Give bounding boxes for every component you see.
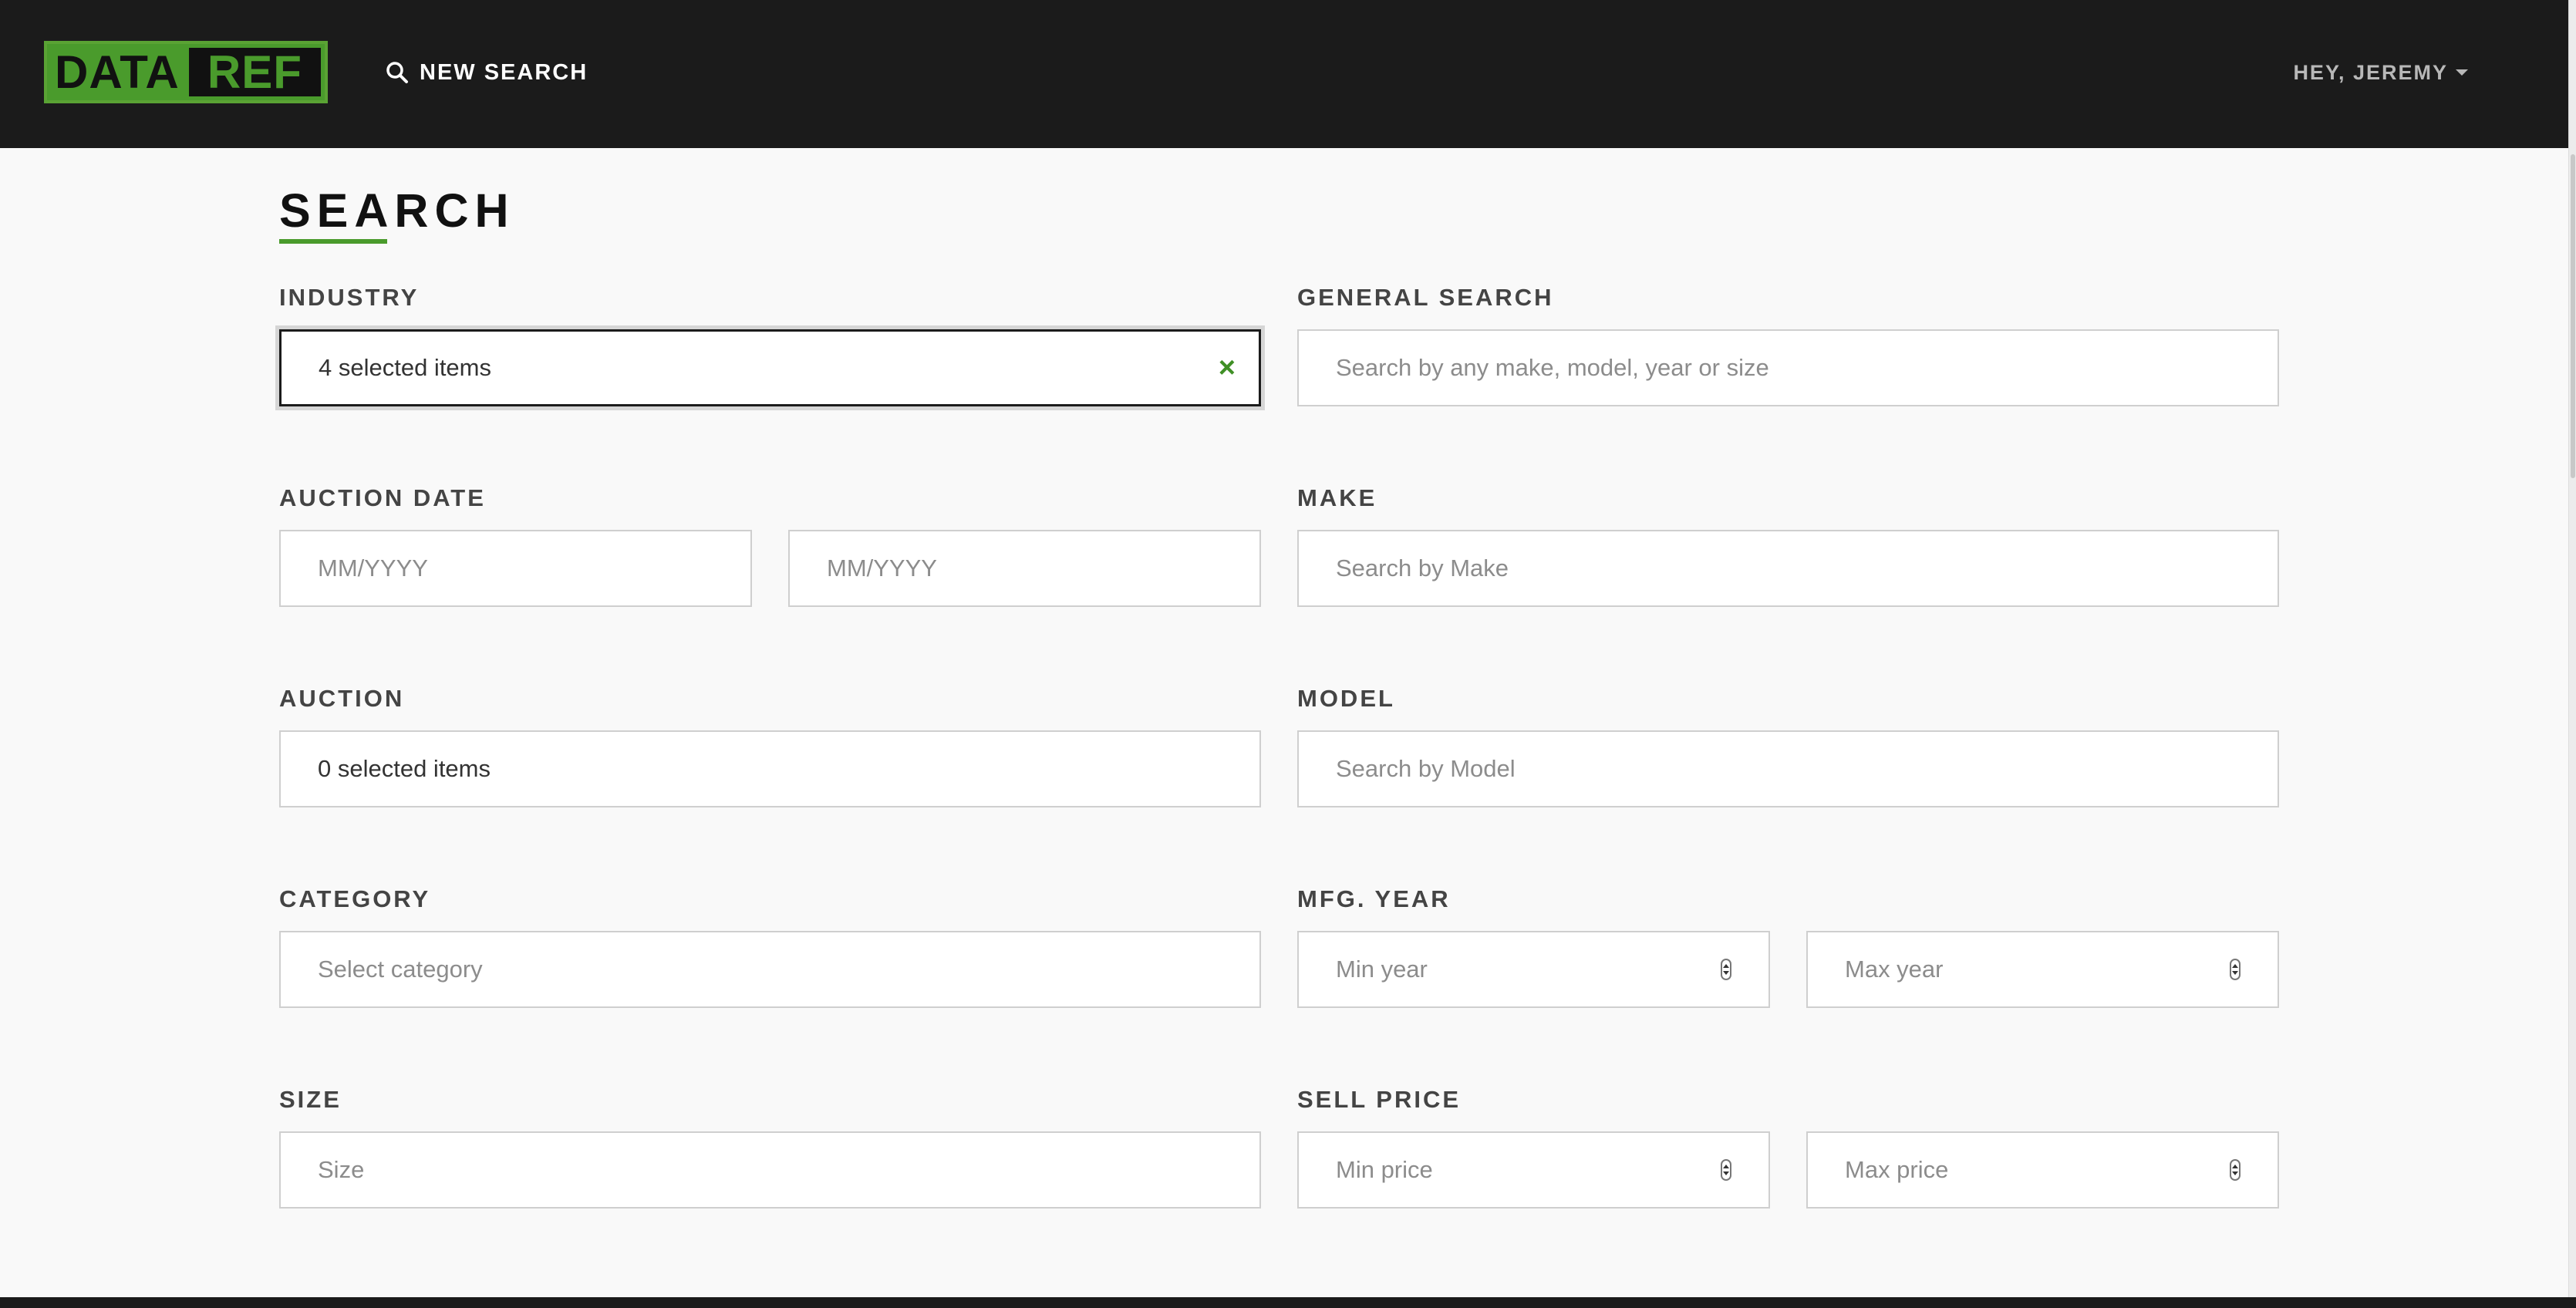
min-year-placeholder: Min year [1336, 956, 1428, 983]
min-price-input[interactable]: Min price [1297, 1131, 1770, 1209]
auction-date-from-placeholder: MM/YYYY [318, 555, 428, 582]
auction-selected-count: 0 selected items [318, 755, 491, 782]
model-input[interactable]: Search by Model [1297, 730, 2279, 807]
new-search-link[interactable]: NEW SEARCH [386, 56, 588, 89]
make-placeholder: Search by Make [1336, 555, 1509, 582]
general-search-input[interactable]: Search by any make, model, year or size [1297, 329, 2279, 406]
auction-date-to-input[interactable]: MM/YYYY [788, 530, 1261, 607]
industry-label: INDUSTRY [279, 284, 420, 311]
logo-text-data: DATA [55, 46, 180, 98]
spinner-icon[interactable] [1721, 1159, 1731, 1181]
scrollbar-thumb[interactable] [2571, 154, 2575, 478]
make-input[interactable]: Search by Make [1297, 530, 2279, 607]
model-placeholder: Search by Model [1336, 755, 1516, 782]
industry-selected-count: 4 selected items [319, 354, 491, 381]
footer-strip [0, 1297, 2576, 1308]
auction-date-from-input[interactable]: MM/YYYY [279, 530, 752, 607]
user-menu[interactable]: HEY, JEREMY [2293, 56, 2468, 89]
mfg-year-label: MFG. YEAR [1297, 885, 1451, 912]
industry-multiselect[interactable]: 4 selected items × [279, 329, 1261, 406]
new-search-label: NEW SEARCH [420, 59, 588, 85]
model-label: MODEL [1297, 685, 1395, 712]
search-icon [386, 62, 408, 83]
category-select[interactable]: Select category [279, 931, 1261, 1008]
max-price-placeholder: Max price [1845, 1156, 1949, 1183]
make-label: MAKE [1297, 484, 1377, 511]
caret-down-icon [2456, 69, 2468, 76]
category-placeholder: Select category [318, 956, 483, 983]
spinner-icon[interactable] [2230, 959, 2241, 980]
auction-date-to-placeholder: MM/YYYY [827, 555, 937, 582]
min-price-placeholder: Min price [1336, 1156, 1433, 1183]
category-label: CATEGORY [279, 885, 431, 912]
general-search-label: GENERAL SEARCH [1297, 284, 1554, 311]
size-input[interactable]: Size [279, 1131, 1261, 1209]
user-greeting: HEY, JEREMY [2293, 60, 2448, 84]
max-year-input[interactable]: Max year [1806, 931, 2279, 1008]
logo-text-ref: REF [188, 46, 321, 98]
page-scrollbar[interactable] [2568, 0, 2576, 1297]
size-label: SIZE [279, 1086, 342, 1113]
page-title: SEARCH [279, 184, 515, 237]
spinner-icon[interactable] [1721, 959, 1731, 980]
sell-price-label: SELL PRICE [1297, 1086, 1462, 1113]
close-icon[interactable]: × [1219, 353, 1236, 383]
title-underline [279, 239, 387, 244]
auction-date-label: AUCTION DATE [279, 484, 486, 511]
data-ref-logo[interactable]: DATA REF [44, 41, 328, 103]
top-navbar: DATA REF NEW SEARCH HEY, JEREMY [0, 0, 2568, 148]
min-year-input[interactable]: Min year [1297, 931, 1770, 1008]
max-price-input[interactable]: Max price [1806, 1131, 2279, 1209]
max-year-placeholder: Max year [1845, 956, 1944, 983]
auction-multiselect[interactable]: 0 selected items [279, 730, 1261, 807]
general-search-placeholder: Search by any make, model, year or size [1336, 354, 1769, 381]
spinner-icon[interactable] [2230, 1159, 2241, 1181]
size-placeholder: Size [318, 1156, 365, 1183]
auction-label: AUCTION [279, 685, 405, 712]
